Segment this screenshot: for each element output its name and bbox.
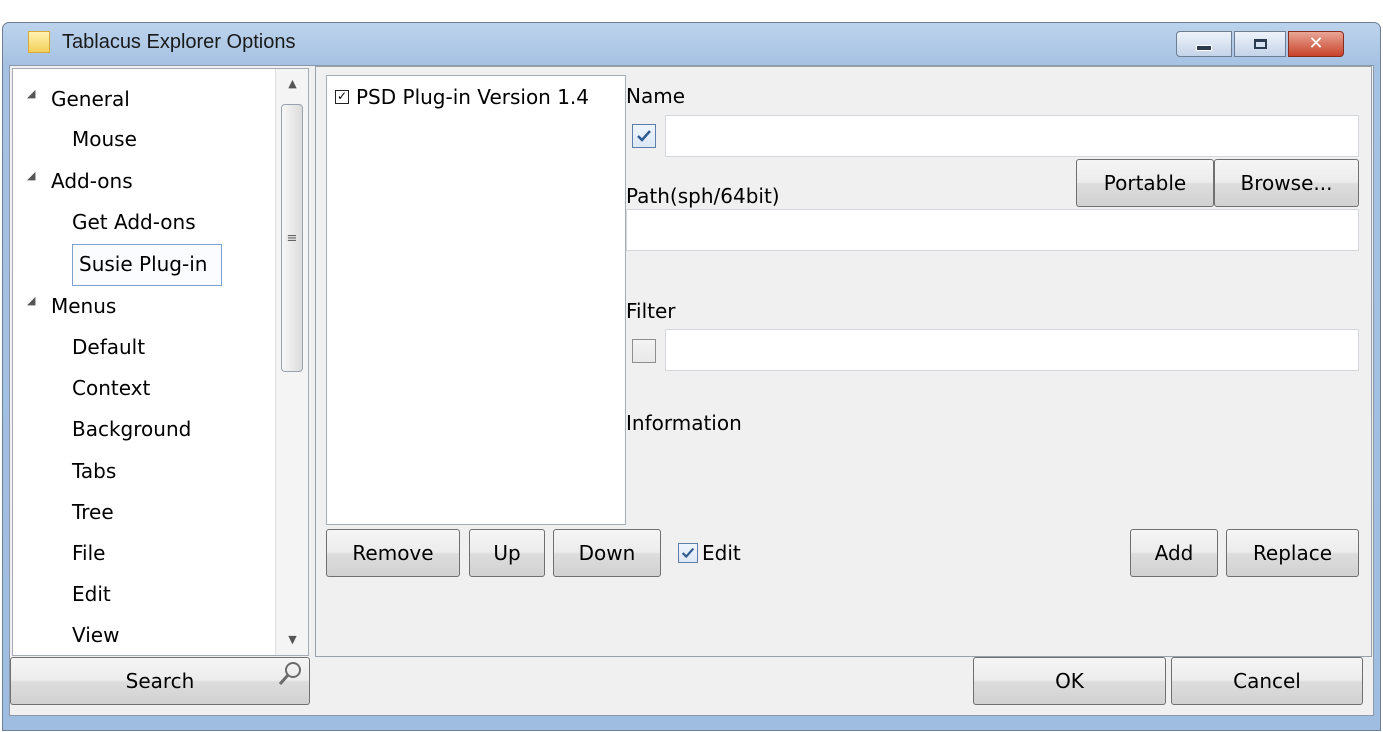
folder-icon [28, 31, 50, 53]
minimize-icon [1196, 45, 1212, 51]
options-window: Tablacus Explorer Options ✕ ◢ General Mou… [2, 22, 1381, 731]
edit-checkbox[interactable]: Edit [678, 541, 741, 565]
portable-button[interactable]: Portable [1076, 159, 1214, 207]
scrollbar-thumb[interactable]: ≡ [281, 104, 303, 372]
checkmark-icon [637, 130, 651, 142]
options-nav-tree[interactable]: ◢ General Mouse ◢ Add-ons Get Add-ons Susi… [12, 68, 309, 656]
tree-item-general[interactable]: ◢ General [27, 80, 130, 118]
tree-item-file[interactable]: File [72, 534, 105, 572]
expand-triangle-icon[interactable]: ◢ [27, 287, 51, 315]
minimize-button[interactable] [1176, 31, 1232, 57]
tree-item-menus[interactable]: ◢ Menus [27, 287, 116, 325]
grip-icon: ≡ [286, 230, 298, 246]
tree-item-get-add-ons[interactable]: Get Add-ons [72, 203, 196, 241]
nav-scrollbar[interactable]: ▲ ≡ ▼ [275, 69, 308, 655]
list-item[interactable]: ✓ PSD Plug-in Version 1.4 [335, 85, 589, 109]
path-field[interactable] [626, 209, 1359, 251]
expand-triangle-icon[interactable]: ◢ [27, 80, 51, 108]
browse-button[interactable]: Browse... [1214, 159, 1359, 207]
scroll-down-arrow-icon[interactable]: ▼ [276, 629, 308, 651]
path-label: Path(sph/64bit) [626, 184, 780, 208]
replace-button[interactable]: Replace [1226, 529, 1359, 577]
tree-item-add-ons[interactable]: ◢ Add-ons [27, 162, 133, 200]
up-button[interactable]: Up [469, 529, 545, 577]
name-enabled-checkbox[interactable] [632, 124, 656, 148]
checkmark-icon [681, 547, 695, 559]
maximize-icon [1253, 39, 1267, 49]
search-icon [277, 661, 303, 687]
status-area [315, 611, 1372, 657]
tree-item-edit[interactable]: Edit [72, 575, 111, 613]
window-title: Tablacus Explorer Options [62, 31, 296, 53]
tree-item-view[interactable]: View [72, 616, 119, 654]
information-label: Information [626, 411, 742, 435]
tree-item-tree[interactable]: Tree [72, 493, 114, 531]
plugin-list[interactable]: ✓ PSD Plug-in Version 1.4 [326, 75, 626, 525]
cancel-button[interactable]: Cancel [1171, 657, 1363, 705]
tree-item-tabs[interactable]: Tabs [72, 452, 116, 490]
tree-item-mouse[interactable]: Mouse [72, 120, 137, 158]
checkmark-icon[interactable]: ✓ [335, 90, 349, 104]
scroll-up-arrow-icon[interactable]: ▲ [276, 73, 308, 95]
plugin-settings-panel: ✓ PSD Plug-in Version 1.4 Name Path(sph/… [315, 66, 1372, 612]
tree-item-background[interactable]: Background [72, 410, 191, 448]
tree-item-susie-plug-in[interactable]: Susie Plug-in [72, 244, 223, 286]
tree-item-context[interactable]: Context [72, 369, 150, 407]
filter-enabled-checkbox[interactable] [632, 339, 656, 363]
name-label: Name [626, 84, 686, 108]
close-icon: ✕ [1308, 33, 1324, 54]
search-button[interactable]: Search [10, 657, 310, 705]
add-button[interactable]: Add [1130, 529, 1218, 577]
dialog-client-area: ◢ General Mouse ◢ Add-ons Get Add-ons Susi… [9, 65, 1374, 716]
maximize-button[interactable] [1234, 31, 1286, 57]
expand-triangle-icon[interactable]: ◢ [27, 162, 51, 190]
filter-field[interactable] [665, 329, 1359, 371]
remove-button[interactable]: Remove [326, 529, 460, 577]
close-button[interactable]: ✕ [1288, 31, 1344, 57]
tree-item-default[interactable]: Default [72, 328, 145, 366]
name-field[interactable] [665, 115, 1359, 157]
edit-checkbox-box[interactable] [678, 543, 698, 563]
title-bar[interactable]: Tablacus Explorer Options ✕ [3, 23, 1380, 65]
filter-label: Filter [626, 299, 676, 323]
down-button[interactable]: Down [553, 529, 661, 577]
ok-button[interactable]: OK [973, 657, 1166, 705]
